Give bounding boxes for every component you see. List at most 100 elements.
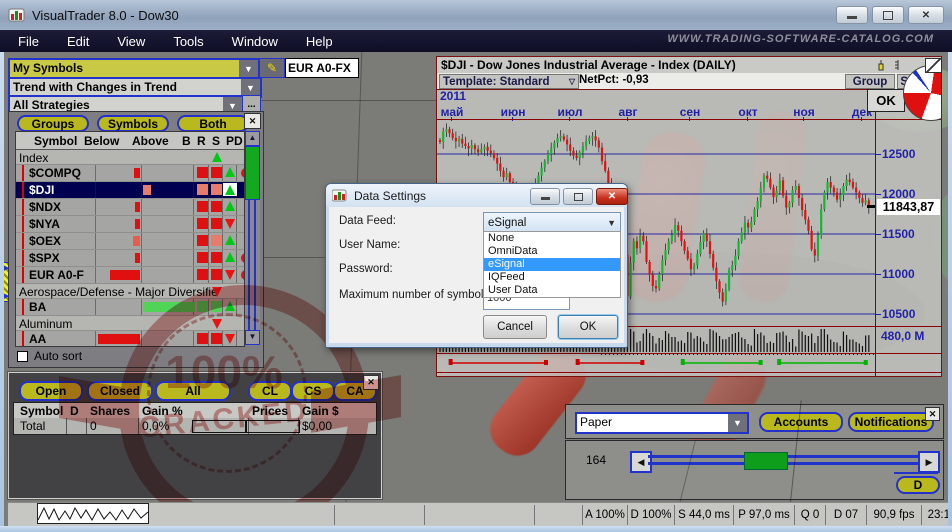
menu-item-edit[interactable]: Edit [57,32,99,51]
maximize-button[interactable] [872,6,904,24]
cancel-button[interactable]: Cancel [483,315,547,339]
trades-filter-cs[interactable]: CS [291,381,335,401]
price-cell-box[interactable] [246,420,300,433]
dialog-minimize-button[interactable] [530,188,560,205]
group-button[interactable]: Group [845,74,895,89]
data-feed-option-esignal[interactable]: eSignal [484,258,620,271]
scroll-down-icon[interactable]: ▼ [245,330,260,345]
account-combo[interactable]: Paper ▼ [575,412,749,434]
break-signal-box [197,184,208,195]
trades-col-divider [138,418,139,434]
symbol-row[interactable]: $SPX [16,250,244,267]
group-row[interactable]: Index [16,150,244,165]
minimize-button[interactable] [836,6,868,24]
trades-filter-all[interactable]: All [155,381,231,401]
menu-item-file[interactable]: File [8,32,49,51]
tab-groups[interactable]: Groups [17,115,89,132]
slider-thumb[interactable] [744,452,788,470]
chevron-down-icon[interactable]: ▼ [241,79,260,96]
symbol-row[interactable]: $OEX [16,233,244,250]
period-d-button[interactable]: D [896,476,940,494]
close-icon[interactable]: ✕ [244,113,261,129]
dialog-restore-button[interactable] [563,188,593,205]
data-feed-value: eSignal [484,217,526,229]
symbol-row[interactable]: AA [16,331,244,347]
ruler-icon[interactable] [892,59,904,71]
trend-up-icon [225,235,235,245]
activity-sparkline [37,503,149,524]
chevron-down-icon[interactable]: ▼ [239,60,258,78]
trend-up-icon [212,152,222,162]
dialog-close-button[interactable]: ✕ [596,188,628,205]
col-divider [236,199,237,215]
col-divider [222,299,223,315]
strategy-value: Trend with Changes in Trend [10,79,241,96]
trades-filter-closed[interactable]: Closed [87,381,153,401]
chevron-down-icon[interactable]: ▼ [728,414,747,432]
col-divider [95,199,96,215]
notifications-button[interactable]: Notifications [848,412,934,432]
edit-symbols-button[interactable]: ✎ [259,58,285,78]
menu-item-window[interactable]: Window [222,32,288,51]
tab-both[interactable]: Both [177,115,249,132]
resize-grip-box[interactable] [925,58,942,73]
scroll-up-icon[interactable]: ▲ [245,131,260,146]
symbols-table[interactable]: SymbolBelowAboveBRSPDIndex$COMPQ$DJI$NDX… [15,131,245,347]
col-header-pd: PD [226,134,243,148]
break-signal-box [197,333,208,344]
price-cell-box[interactable] [192,420,246,433]
symbol-row[interactable]: $NYA [16,216,244,233]
col-divider [222,216,223,232]
col-divider [222,233,223,249]
dialog-title-bar[interactable]: Data Settings ✕ [326,184,627,207]
slider-right-arrow[interactable]: ▶ [918,451,940,473]
close-icon[interactable]: ✕ [363,375,379,390]
price-tick-dash [876,194,881,195]
trades-filter-cl[interactable]: CL [248,381,292,401]
data-feed-option-iqfeed[interactable]: IQFeed [484,271,620,284]
template-dropdown[interactable]: Template: Standard ▽ [439,74,579,89]
symbol-row[interactable]: $DJI [16,182,244,199]
trend-down-icon [225,270,235,280]
symbol-row[interactable]: BA [16,299,244,316]
scroll-thumb[interactable] [245,146,260,200]
trades-total-row[interactable]: Total00,0%$0,00 [13,418,377,435]
data-feed-option-user-data[interactable]: User Data [484,284,620,297]
reverse-signal-box [211,167,222,178]
close-button[interactable]: ✕ [908,6,944,24]
data-feed-options-list[interactable]: NoneOmniDataeSignalIQFeedUser Data [483,231,621,298]
price-tick-label: 11500 [882,227,915,241]
symbols-scrollbar[interactable]: ▲ ▼ [245,131,260,345]
row-label: Index [19,151,48,165]
auto-sort-checkbox[interactable]: Auto sort [17,349,82,363]
menu-item-view[interactable]: View [107,32,155,51]
row-accent [22,331,24,347]
group-row[interactable]: Aluminum [16,316,244,331]
active-symbol-box[interactable]: EUR A0-FX [285,58,359,78]
col-divider [141,199,142,215]
chart-month-axis: майиюниюлавгсеноктноядек [437,105,875,120]
symbol-row[interactable]: $COMPQ [16,165,244,182]
checkbox-icon[interactable] [17,351,28,362]
tab-symbols[interactable]: Symbols [97,115,169,132]
trades-filter-open[interactable]: Open [19,381,83,401]
close-icon[interactable]: ✕ [925,407,940,421]
group-row[interactable]: Aerospace/Defense - Major Diversifie [16,284,244,299]
menu-item-help[interactable]: Help [296,32,343,51]
ok-button[interactable]: OK [558,315,618,339]
candle-tool-icon[interactable] [875,59,887,71]
data-feed-option-omnidata[interactable]: OmniData [484,245,620,258]
break-signal-box [197,218,208,229]
menu-item-tools[interactable]: Tools [163,32,213,51]
col-divider [236,299,237,315]
data-feed-dropdown[interactable]: eSignal ▼ [483,212,621,233]
col-divider [208,250,209,266]
trend-bar [133,236,140,246]
row-label: $DJI [29,183,54,197]
symbol-row[interactable]: EUR A0-F [16,267,244,284]
month-label-7: ноя [789,105,819,119]
site-watermark: WWW.TRADING-SOFTWARE-CATALOG.COM [667,33,934,45]
symbol-row[interactable]: $NDX [16,199,244,216]
data-feed-option-none[interactable]: None [484,232,620,245]
accounts-button[interactable]: Accounts [759,412,843,432]
